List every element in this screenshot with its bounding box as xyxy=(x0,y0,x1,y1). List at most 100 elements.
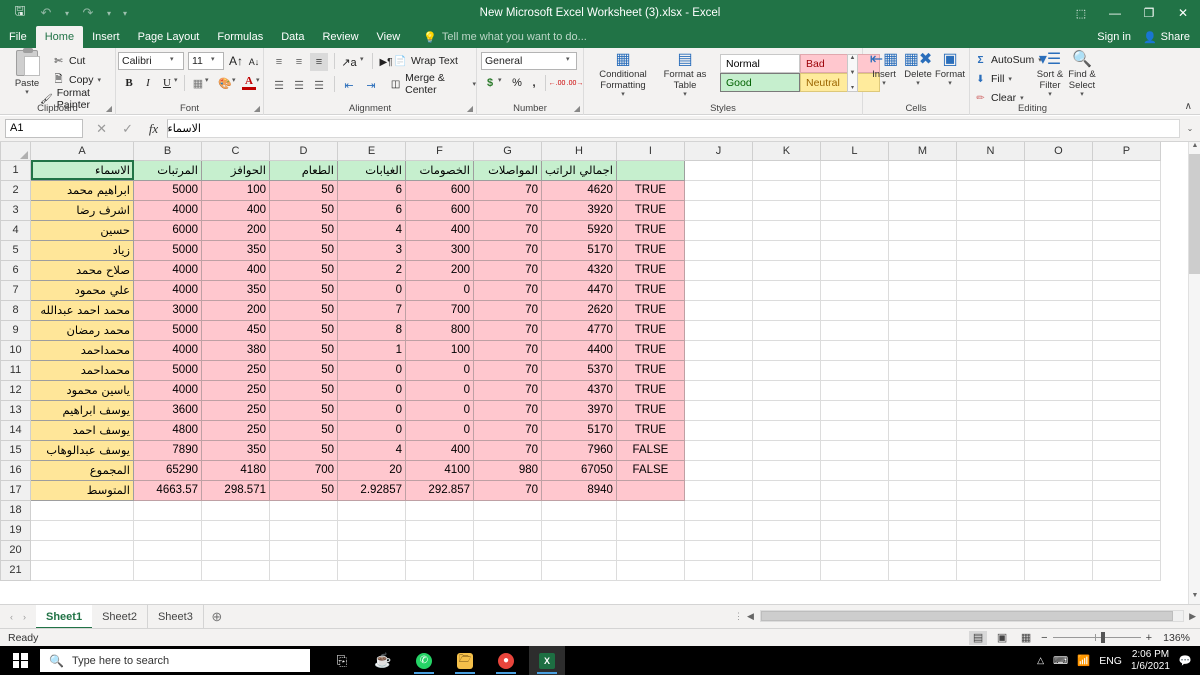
cell-E16[interactable]: 20 xyxy=(337,459,406,481)
zoom-level[interactable]: 136% xyxy=(1158,632,1190,644)
cell-L11[interactable] xyxy=(819,359,889,381)
cell-O2[interactable] xyxy=(1023,179,1093,201)
cell-A14[interactable]: يوسف احمد xyxy=(30,419,134,441)
cell-M2[interactable] xyxy=(887,179,957,201)
cell-F20[interactable] xyxy=(405,539,474,561)
alignment-dialog-launcher[interactable]: ◢ xyxy=(467,104,473,113)
column-header-o[interactable]: O xyxy=(1023,142,1093,161)
scroll-up-icon[interactable]: ▲ xyxy=(850,55,856,61)
cell-L6[interactable] xyxy=(819,259,889,281)
language-indicator[interactable]: ENG xyxy=(1099,655,1122,667)
cell-A19[interactable] xyxy=(30,519,134,541)
column-header-k[interactable]: K xyxy=(751,142,821,161)
cell-B12[interactable]: 4000 xyxy=(133,379,202,401)
cell-K20[interactable] xyxy=(751,539,821,561)
cell-M15[interactable] xyxy=(887,439,957,461)
cell-E5[interactable]: 3 xyxy=(337,239,406,261)
cell-C11[interactable]: 250 xyxy=(201,359,270,381)
cell-K15[interactable] xyxy=(751,439,821,461)
expand-formula-bar-icon[interactable]: ⌄ xyxy=(1180,124,1200,133)
styles-gallery-scroll[interactable]: ▲ ▼ ▾ xyxy=(847,54,858,92)
cell-H13[interactable]: 3970 xyxy=(541,399,617,421)
cell-A3[interactable]: اشرف رضا xyxy=(30,199,134,221)
column-header-i[interactable]: I xyxy=(615,142,685,161)
cell-O1[interactable] xyxy=(1023,159,1093,181)
cell-E10[interactable]: 1 xyxy=(337,339,406,361)
cell-B1[interactable]: المرتبات xyxy=(133,159,202,181)
cell-J9[interactable] xyxy=(683,319,753,341)
cell-C3[interactable]: 400 xyxy=(201,199,270,221)
cell-B20[interactable] xyxy=(133,539,202,561)
cell-F17[interactable]: 292.857 xyxy=(405,479,474,501)
cell-C15[interactable]: 350 xyxy=(201,439,270,461)
cell-B17[interactable]: 4663.57 xyxy=(133,479,202,501)
format-as-table-button[interactable]: ▤ Format as Table ▾ xyxy=(658,51,712,98)
cell-J1[interactable] xyxy=(683,159,753,181)
cell-B3[interactable]: 4000 xyxy=(133,199,202,221)
add-sheet-icon[interactable]: ⊕ xyxy=(204,609,230,625)
cell-K1[interactable] xyxy=(751,159,821,181)
cell-P17[interactable] xyxy=(1091,479,1161,501)
currency-dropdown-icon[interactable]: ▾ xyxy=(498,76,502,84)
tab-data[interactable]: Data xyxy=(272,26,313,48)
task-view-icon[interactable]: ⎘ xyxy=(324,646,360,675)
cell-C13[interactable]: 250 xyxy=(201,399,270,421)
cell-A11[interactable]: محمداحمد xyxy=(30,359,134,381)
column-header-m[interactable]: M xyxy=(887,142,957,161)
row-header-21[interactable]: 21 xyxy=(0,559,31,581)
copy-button[interactable]: 🗎 Copy ▾ xyxy=(52,72,101,88)
cell-J21[interactable] xyxy=(683,559,753,581)
clipboard-dialog-launcher[interactable]: ◢ xyxy=(106,104,112,113)
font-name-input[interactable]: Calibri xyxy=(118,52,184,70)
cell-L3[interactable] xyxy=(819,199,889,221)
cell-K7[interactable] xyxy=(751,279,821,301)
cell-A16[interactable]: المجموع xyxy=(30,459,134,481)
cell-D18[interactable] xyxy=(269,499,338,521)
cell-F12[interactable]: 0 xyxy=(405,379,474,401)
cell-P10[interactable] xyxy=(1091,339,1161,361)
cell-N14[interactable] xyxy=(955,419,1025,441)
cell-F21[interactable] xyxy=(405,559,474,581)
cell-I13[interactable]: TRUE xyxy=(615,399,685,421)
font-color-icon[interactable]: A xyxy=(242,73,256,88)
zoom-slider[interactable]: − + xyxy=(1041,632,1152,644)
currency-icon[interactable]: $ xyxy=(483,74,497,92)
cell-P3[interactable] xyxy=(1091,199,1161,221)
cell-N9[interactable] xyxy=(955,319,1025,341)
cell-J6[interactable] xyxy=(683,259,753,281)
cancel-formula-icon[interactable]: ✕ xyxy=(89,121,115,137)
cell-L7[interactable] xyxy=(819,279,889,301)
whatsapp-icon[interactable]: ✆ xyxy=(406,646,442,675)
cell-M12[interactable] xyxy=(887,379,957,401)
cell-J7[interactable] xyxy=(683,279,753,301)
cell-N5[interactable] xyxy=(955,239,1025,261)
column-header-e[interactable]: E xyxy=(337,142,406,161)
cell-K5[interactable] xyxy=(751,239,821,261)
cell-M3[interactable] xyxy=(887,199,957,221)
find-select-button[interactable]: 🔍 Find & Select ▾ xyxy=(1066,51,1098,98)
cell-H19[interactable] xyxy=(541,519,617,541)
cell-F16[interactable]: 4100 xyxy=(405,459,474,481)
cell-E21[interactable] xyxy=(337,559,406,581)
zoom-in-icon[interactable]: + xyxy=(1146,632,1152,644)
cell-J3[interactable] xyxy=(683,199,753,221)
cell-O6[interactable] xyxy=(1023,259,1093,281)
cell-A21[interactable] xyxy=(30,559,134,581)
excel-icon[interactable]: X xyxy=(529,646,565,675)
page-layout-view-icon[interactable]: ▣ xyxy=(993,631,1011,645)
style-normal[interactable]: Normal xyxy=(720,54,800,73)
cell-O11[interactable] xyxy=(1023,359,1093,381)
tab-insert[interactable]: Insert xyxy=(83,26,129,48)
cell-K3[interactable] xyxy=(751,199,821,221)
select-all-corner[interactable] xyxy=(0,142,31,161)
cell-I21[interactable] xyxy=(615,559,685,581)
cell-J15[interactable] xyxy=(683,439,753,461)
italic-button[interactable]: I xyxy=(140,74,156,92)
cell-D15[interactable]: 50 xyxy=(269,439,338,461)
cell-N18[interactable] xyxy=(955,499,1025,521)
cell-P20[interactable] xyxy=(1091,539,1161,561)
cell-D10[interactable]: 50 xyxy=(269,339,338,361)
increase-font-size-icon[interactable]: A↑ xyxy=(228,52,244,70)
prev-sheet-icon[interactable]: ‹ xyxy=(10,612,13,622)
cell-O10[interactable] xyxy=(1023,339,1093,361)
